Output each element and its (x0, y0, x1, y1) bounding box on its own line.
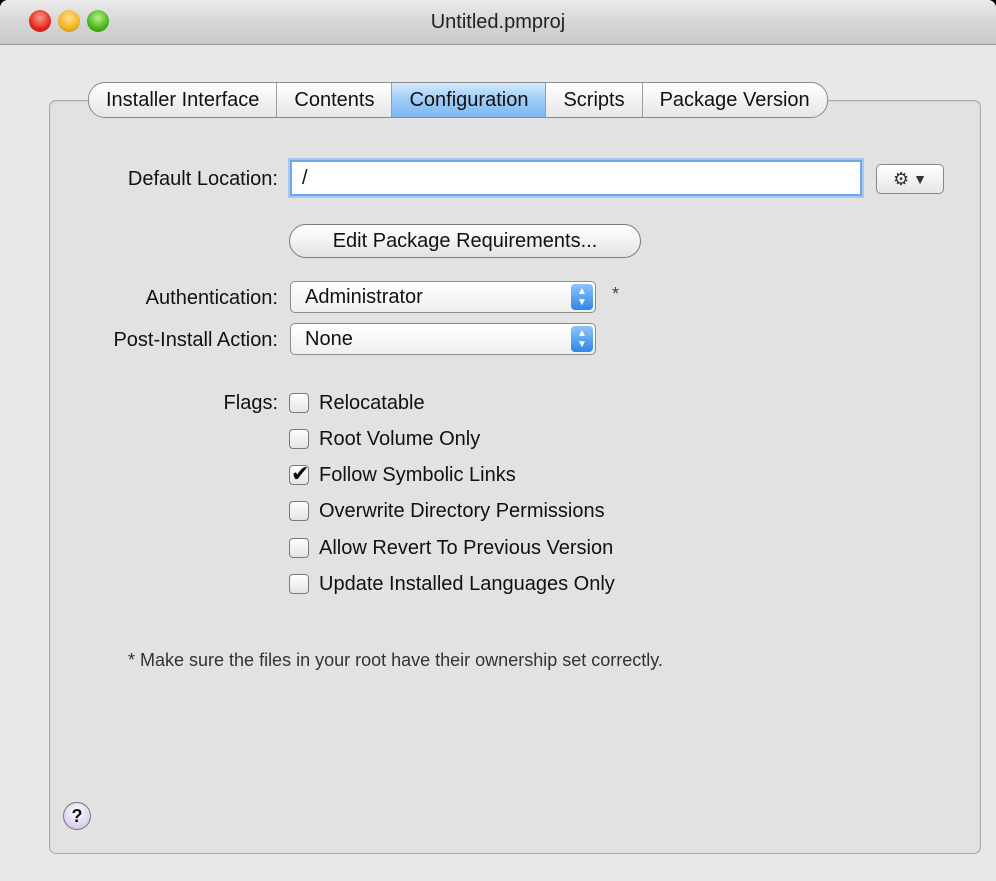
checkbox[interactable] (289, 393, 309, 413)
checkbox-label: Root Volume Only (319, 427, 481, 450)
required-asterisk: * (612, 284, 620, 304)
action-menu-button[interactable]: ⚙ ▼ (876, 164, 944, 194)
checkbox-label: Follow Symbolic Links (319, 463, 516, 486)
window: Untitled.pmproj Installer Interface Cont… (0, 0, 996, 881)
checkbox[interactable] (289, 429, 309, 449)
flags-label: Flags: (223, 392, 278, 414)
checkbox[interactable] (289, 501, 309, 521)
window-title: Untitled.pmproj (430, 11, 566, 33)
flag-allow-revert[interactable]: Allow Revert To Previous Version (289, 535, 613, 561)
post-install-action-value: None (305, 328, 353, 350)
checkbox[interactable] (289, 574, 309, 594)
post-install-action-popup[interactable]: None ▲ ▼ (290, 323, 596, 355)
checkbox-label: Overwrite Directory Permissions (319, 499, 605, 522)
title-bar[interactable]: Untitled.pmproj (0, 0, 996, 45)
tab-installer-interface[interactable]: Installer Interface (89, 83, 278, 117)
popup-arrows-icon: ▲ ▼ (571, 284, 593, 310)
dropdown-arrow-icon: ▼ (913, 171, 927, 187)
popup-arrows-icon: ▲ ▼ (571, 326, 593, 352)
authentication-label: Authentication: (145, 287, 278, 309)
tab-package-version[interactable]: Package Version (643, 83, 827, 117)
edit-package-requirements-button[interactable]: Edit Package Requirements... (289, 224, 641, 258)
flag-update-installed-languages-only[interactable]: Update Installed Languages Only (289, 571, 615, 597)
tab-bar: Installer Interface Contents Configurati… (88, 82, 828, 118)
flag-follow-symbolic-links[interactable]: Follow Symbolic Links (289, 461, 516, 488)
default-location-label: Default Location: (127, 168, 278, 190)
tab-contents[interactable]: Contents (277, 83, 393, 117)
gear-icon: ⚙ (893, 168, 910, 189)
checkbox-label: Relocatable (319, 391, 425, 414)
help-button[interactable]: ? (63, 802, 91, 830)
flag-overwrite-directory-permissions[interactable]: Overwrite Directory Permissions (289, 498, 605, 524)
checkbox-label: Allow Revert To Previous Version (319, 536, 614, 559)
authentication-popup[interactable]: Administrator ▲ ▼ (290, 281, 596, 313)
post-install-action-label: Post-Install Action: (113, 329, 278, 351)
tab-scripts[interactable]: Scripts (546, 83, 643, 117)
tab-configuration[interactable]: Configuration (392, 83, 547, 117)
checkbox-checked[interactable] (289, 461, 309, 487)
authentication-value: Administrator (305, 286, 423, 308)
flag-relocatable[interactable]: Relocatable (289, 390, 425, 416)
flag-root-volume-only[interactable]: Root Volume Only (289, 426, 480, 452)
default-location-input[interactable]: / (290, 160, 862, 196)
ownership-note: * Make sure the files in your root have … (128, 650, 663, 670)
checkbox[interactable] (289, 538, 309, 558)
checkbox-label: Update Installed Languages Only (319, 572, 615, 595)
